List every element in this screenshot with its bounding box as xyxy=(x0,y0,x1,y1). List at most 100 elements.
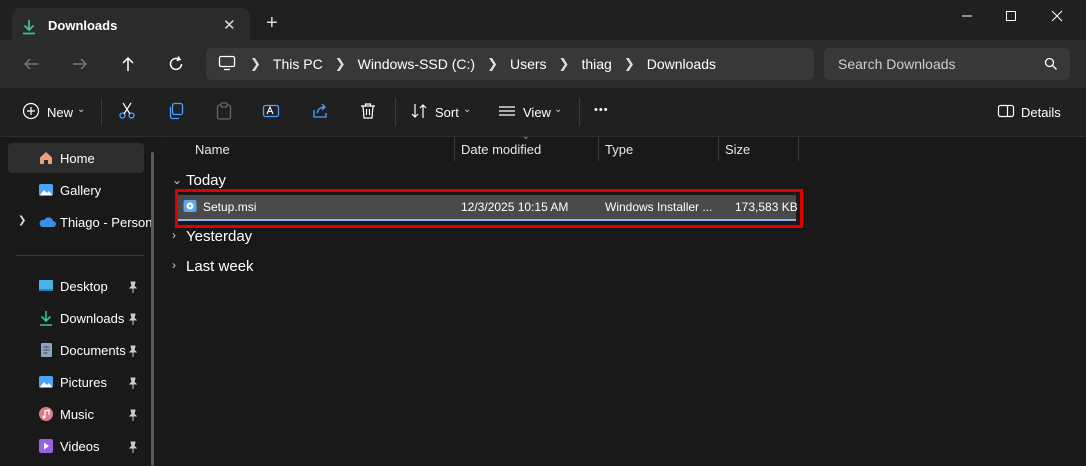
paste-icon[interactable] xyxy=(215,102,233,125)
onedrive-cloud-icon xyxy=(38,214,56,235)
group-label: Last week xyxy=(186,258,254,275)
sidebar-item-label: Gallery xyxy=(60,183,102,198)
share-icon[interactable] xyxy=(311,102,329,125)
breadcrumb-separator-icon[interactable]: ❯ xyxy=(624,56,635,72)
sidebar-scrollbar[interactable] xyxy=(151,152,154,466)
column-divider[interactable] xyxy=(798,137,799,161)
delete-icon[interactable] xyxy=(359,102,377,125)
column-divider[interactable] xyxy=(454,137,455,161)
sort-label: Sort xyxy=(435,105,459,120)
copy-icon[interactable] xyxy=(167,102,185,125)
music-icon xyxy=(38,406,54,427)
minimize-icon[interactable] xyxy=(956,8,978,24)
breadcrumb-separator-icon[interactable]: ❯ xyxy=(335,56,346,72)
breadcrumb-separator-icon[interactable]: ❯ xyxy=(250,56,261,72)
chevron-down-icon: ⌄ xyxy=(172,173,183,187)
search-input[interactable]: Search Downloads xyxy=(838,56,956,72)
sidebar-item-label: Pictures xyxy=(60,375,107,390)
sidebar-item-label: Home xyxy=(60,151,95,166)
pin-icon[interactable] xyxy=(128,312,138,330)
breadcrumb-this-pc[interactable]: This PC xyxy=(273,56,323,72)
breadcrumb-windows-ssd[interactable]: Windows-SSD (C:) xyxy=(358,56,475,72)
breadcrumb-separator-icon[interactable]: ❯ xyxy=(559,56,570,72)
highlight-box xyxy=(175,189,803,228)
sidebar-item-label: Documents xyxy=(60,343,126,358)
maximize-icon[interactable] xyxy=(1000,8,1022,24)
breadcrumb-users[interactable]: Users xyxy=(510,56,547,72)
chevron-right-icon: › xyxy=(172,228,176,242)
column-divider[interactable] xyxy=(598,137,599,161)
details-label: Details xyxy=(1021,105,1061,120)
sidebar-item-home[interactable]: Home xyxy=(8,143,144,173)
sidebar-item-onedrive[interactable]: ❯ Thiago - Person xyxy=(8,207,153,237)
chevron-down-icon: ⌄ xyxy=(554,104,563,115)
pin-icon[interactable] xyxy=(128,376,138,394)
toolbar-divider xyxy=(395,98,396,126)
sidebar-item-gallery[interactable]: Gallery xyxy=(8,175,144,205)
details-pane-icon xyxy=(997,103,1015,124)
more-options-button[interactable]: ••• xyxy=(594,104,609,116)
sidebar-item-label: Music xyxy=(60,407,94,422)
search-icon[interactable] xyxy=(1044,57,1058,76)
close-window-icon[interactable] xyxy=(1046,8,1068,24)
group-label: Yesterday xyxy=(186,228,253,245)
breadcrumb-downloads[interactable]: Downloads xyxy=(647,56,716,72)
search-box[interactable]: Search Downloads xyxy=(824,48,1070,80)
sidebar-item-videos[interactable]: Videos xyxy=(8,431,144,461)
downloads-icon xyxy=(38,310,54,331)
chevron-down-icon: ⌄ xyxy=(463,104,472,115)
home-icon xyxy=(38,150,54,171)
forward-arrow-icon[interactable] xyxy=(71,55,89,78)
new-label: New xyxy=(47,105,74,120)
pictures-icon xyxy=(38,374,54,395)
toolbar-divider xyxy=(579,98,580,126)
pin-icon[interactable] xyxy=(128,440,138,458)
back-arrow-icon[interactable] xyxy=(22,55,40,78)
column-header-date-modified[interactable]: Date modified xyxy=(461,142,541,157)
sidebar-item-desktop[interactable]: Desktop xyxy=(8,271,144,301)
column-divider[interactable] xyxy=(718,137,719,161)
sort-indicator-icon: ⌄ xyxy=(522,131,530,141)
downloads-icon xyxy=(22,19,36,40)
column-header-type[interactable]: Type xyxy=(605,142,633,157)
desktop-folder-icon xyxy=(38,278,54,299)
toolbar-divider xyxy=(101,98,102,126)
sidebar-item-music[interactable]: Music xyxy=(8,399,144,429)
rename-icon[interactable] xyxy=(262,102,280,125)
sidebar-divider xyxy=(16,255,144,256)
close-tab-icon[interactable]: ✕ xyxy=(223,16,236,34)
pin-icon[interactable] xyxy=(128,344,138,362)
up-arrow-icon[interactable] xyxy=(119,55,137,78)
file-list-pane xyxy=(163,137,1086,466)
tab-title: Downloads xyxy=(48,18,118,33)
pin-icon[interactable] xyxy=(128,408,138,426)
refresh-icon[interactable] xyxy=(167,55,185,78)
this-pc-computer-icon[interactable] xyxy=(218,55,236,74)
column-header-size[interactable]: Size xyxy=(725,142,750,157)
sidebar-item-label: Downloads xyxy=(60,311,125,326)
column-header-name[interactable]: Name xyxy=(195,142,230,157)
breadcrumb-thiag[interactable]: thiag xyxy=(581,56,611,72)
expand-chevron-icon[interactable]: ❯ xyxy=(18,215,26,226)
sidebar-item-documents[interactable]: Documents xyxy=(8,335,144,365)
sort-arrows-icon xyxy=(410,102,428,125)
view-lines-icon xyxy=(498,102,516,125)
cut-icon[interactable] xyxy=(118,102,136,125)
address-bar[interactable]: ❯ This PC ❯ Windows-SSD (C:) ❯ Users ❯ t… xyxy=(206,48,814,80)
sidebar-item-label: Videos xyxy=(60,439,100,454)
sidebar-item-label: Desktop xyxy=(60,279,108,294)
chevron-down-icon: ⌄ xyxy=(77,104,86,115)
group-label: Today xyxy=(186,172,227,189)
sidebar-item-downloads[interactable]: Downloads xyxy=(8,303,144,333)
breadcrumb-separator-icon[interactable]: ❯ xyxy=(487,56,498,72)
sidebar-item-label: Thiago - Person xyxy=(60,215,153,230)
sidebar-item-pictures[interactable]: Pictures xyxy=(8,367,144,397)
plus-circle-icon xyxy=(22,102,40,125)
pin-icon[interactable] xyxy=(128,280,138,298)
view-label: View xyxy=(523,105,551,120)
videos-icon xyxy=(38,438,54,459)
new-tab-button[interactable]: + xyxy=(266,12,278,34)
chevron-right-icon: › xyxy=(172,258,176,272)
documents-icon xyxy=(38,342,54,363)
gallery-icon xyxy=(38,182,54,203)
